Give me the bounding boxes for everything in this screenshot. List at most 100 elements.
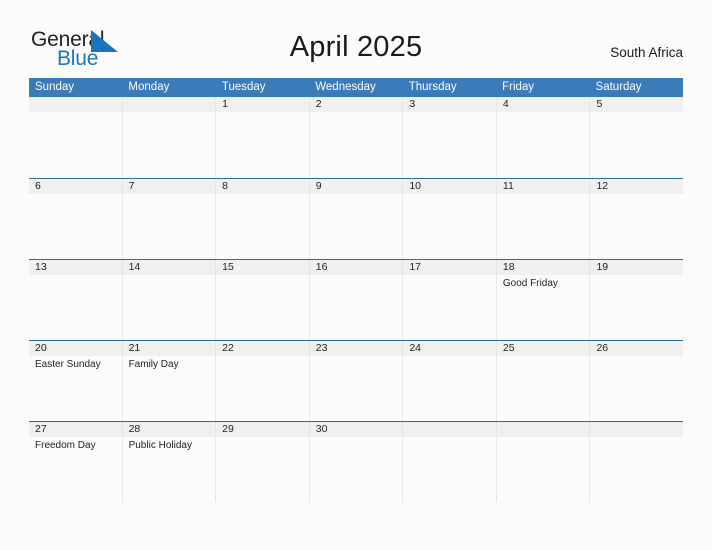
day-number: 29 [222,423,234,435]
holiday-event-label: Public Holiday [128,440,192,451]
day-number: 10 [409,180,421,192]
weekday-header-wednesday: Wednesday [315,81,376,93]
calendar-day-cell[interactable]: 2 [308,97,403,177]
calendar-day-cell[interactable]: 5 [589,97,684,177]
day-number-band: 5 [590,97,684,112]
day-number: 27 [35,423,47,435]
day-number: 20 [35,342,47,354]
calendar-day-cell[interactable]: 16 [308,260,403,340]
weekday-header-friday: Friday [502,81,535,93]
day-number: 25 [502,342,515,354]
calendar-day-cell[interactable]: 27 Freedom Day [29,422,122,502]
weekday-header-monday: Monday [128,81,170,93]
day-number: 28 [128,423,141,435]
day-number-band: 18 [496,260,590,275]
day-number: 5 [596,98,603,110]
weekday-header-thursday: Thursday [408,81,457,93]
calendar-week-cells: 1 2 3 4 5 [29,97,684,177]
calendar-day-cell[interactable]: 15 [215,260,309,340]
calendar-week-row: 6 7 8 9 10 11 12 [29,178,684,259]
calendar-week-cells: 13 14 15 16 17 18 Good Friday 19 [29,260,684,340]
day-number-band: 11 [496,179,590,194]
calendar-day-cell[interactable]: 22 [215,341,309,421]
calendar-day-cell[interactable]: 8 [215,179,309,259]
weekday-header-row: Sunday Monday Tuesday Wednesday Thursday… [29,78,683,97]
day-number: 4 [502,98,509,110]
day-number-band [590,422,684,437]
calendar-grid: Sunday Monday Tuesday Wednesday Thursday… [29,78,684,502]
calendar-week-cells: 6 7 8 9 10 11 12 [29,179,684,259]
day-number-band: 1 [216,97,309,112]
day-number-band: 29 [216,422,309,437]
calendar-empty-cell [495,422,590,502]
calendar-week-row: 27 Freedom Day 28 Public Holiday 29 30 [29,421,684,502]
calendar-day-cell[interactable]: 4 [495,97,590,177]
calendar-page: General Blue April 2025 South Africa Sun… [0,0,712,550]
day-number-band: 19 [590,260,684,275]
calendar-day-cell[interactable]: 21 Family Day [121,341,216,421]
holiday-event-label: Freedom Day [35,440,96,451]
day-number: 30 [315,423,328,435]
calendar-day-cell[interactable]: 3 [402,97,496,177]
calendar-day-cell[interactable]: 19 [589,260,684,340]
day-number: 3 [409,98,416,110]
weekday-header-tuesday: Tuesday [221,81,266,93]
weekday-header-saturday: Saturday [595,81,642,93]
holiday-event-label: Family Day [128,359,179,370]
day-number: 17 [409,261,421,273]
day-number: 11 [502,180,514,192]
calendar-day-cell[interactable]: 9 [308,179,403,259]
day-number: 6 [35,180,41,192]
day-number: 26 [596,342,609,354]
day-number-band: 13 [29,260,122,275]
day-number-band: 16 [309,260,403,275]
calendar-day-cell[interactable]: 6 [29,179,122,259]
calendar-day-cell[interactable]: 26 [589,341,684,421]
calendar-day-cell[interactable]: 1 [215,97,309,177]
day-number-band: 25 [496,341,590,356]
calendar-day-cell[interactable]: 28 Public Holiday [121,422,216,502]
calendar-week-row: 20 Easter Sunday 21 Family Day 22 23 24 25 26 [29,340,684,421]
day-number: 15 [222,261,234,273]
calendar-day-cell[interactable]: 30 [308,422,403,502]
day-number-band: 27 [29,422,122,437]
calendar-day-cell[interactable]: 7 [121,179,216,259]
day-number-band: 24 [403,341,496,356]
calendar-day-cell[interactable]: 17 [402,260,496,340]
day-number: 18 [502,261,515,273]
day-number-band: 28 [122,422,216,437]
holiday-event-label: Good Friday [502,278,558,289]
calendar-day-cell[interactable]: 29 [215,422,309,502]
calendar-weeks: 1 2 3 4 5 6 7 8 9 10 11 12 13 14 15 16 17 18 Good Friday 19… [29,97,684,502]
calendar-day-cell[interactable]: 11 [495,179,590,259]
day-number: 13 [35,261,47,273]
day-number-band: 20 [29,341,122,356]
calendar-day-cell[interactable]: 24 [402,341,496,421]
calendar-day-cell[interactable]: 13 [29,260,122,340]
day-number-band: 17 [403,260,496,275]
day-number-band: 12 [590,179,684,194]
calendar-day-cell[interactable]: 10 [402,179,496,259]
region-label: South Africa [610,45,683,60]
day-number-band: 14 [122,260,216,275]
day-number-band: 22 [216,341,309,356]
day-number: 21 [128,342,141,354]
calendar-week-row: 1 2 3 4 5 [29,97,684,178]
day-number-band: 7 [122,179,216,194]
calendar-day-cell[interactable]: 14 [121,260,216,340]
calendar-day-cell[interactable]: 20 Easter Sunday [29,341,122,421]
page-title: April 2025 [289,31,423,63]
day-number: 1 [222,98,228,110]
day-number: 16 [315,261,328,273]
day-number-band: 4 [496,97,590,112]
calendar-empty-cell [402,422,496,502]
day-number-band [122,97,216,112]
calendar-day-cell[interactable]: 12 [589,179,684,259]
calendar-day-cell[interactable]: 18 Good Friday [495,260,590,340]
day-number-band: 30 [309,422,403,437]
holiday-event-label: Easter Sunday [35,359,101,370]
page-header: General Blue April 2025 South Africa [0,0,712,78]
day-number: 2 [315,98,322,110]
calendar-day-cell[interactable]: 25 [495,341,590,421]
calendar-day-cell[interactable]: 23 [308,341,403,421]
